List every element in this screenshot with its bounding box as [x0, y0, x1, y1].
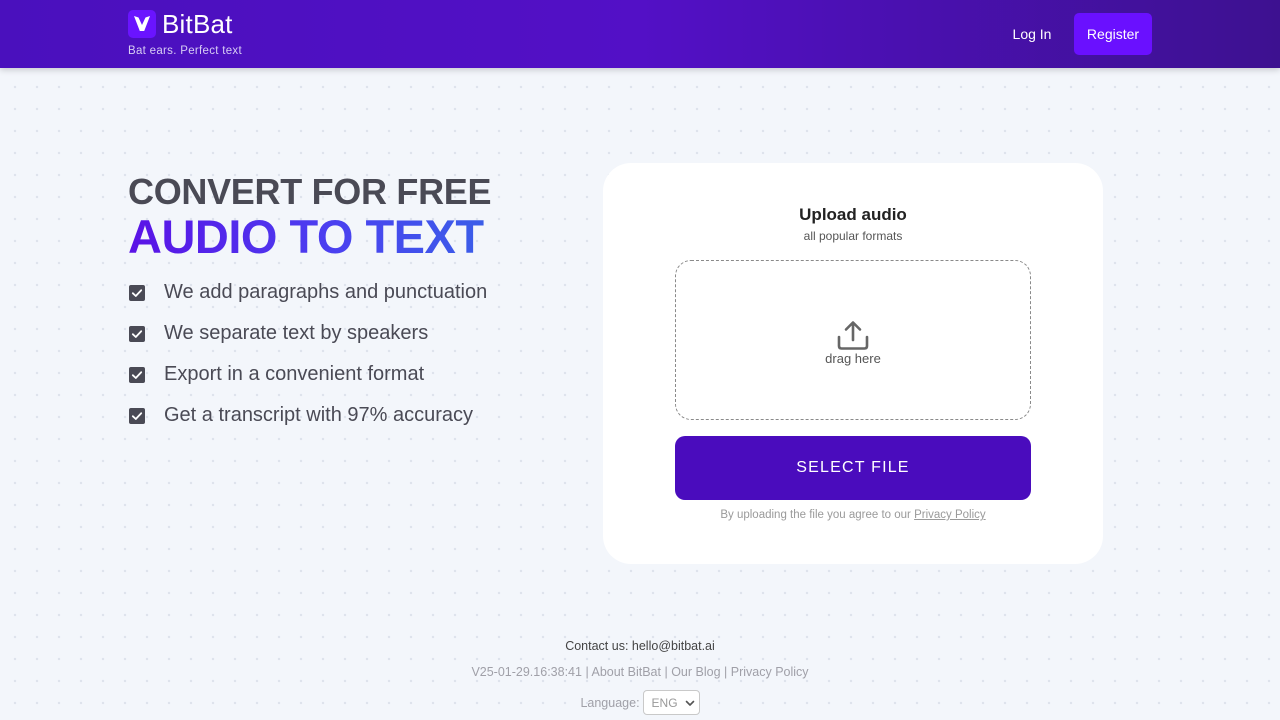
separator: |: [585, 665, 589, 679]
feature-text: Export in a convenient format: [164, 363, 425, 385]
checkbox-checked-icon: [128, 366, 146, 384]
hero-heading: CONVERT FOR FREE AUDIO TO TEXT: [128, 171, 492, 262]
feature-item: We separate text by speakers: [128, 313, 487, 354]
brand-name[interactable]: BitBat: [162, 9, 233, 39]
language-value: ENG: [651, 695, 678, 710]
language-label: Language:: [580, 695, 640, 710]
contact-line: Contact us: hello@bitbat.ai: [0, 639, 1280, 653]
privacy-notice-text: By uploading the file you agree to our: [720, 509, 911, 521]
hero-title: AUDIO TO TEXT: [128, 212, 491, 262]
footer-links: V25-01-29.16:38:41 | About BitBat | Our …: [0, 665, 1280, 679]
contact-label: Contact us:: [565, 639, 629, 653]
privacy-notice: By uploading the file you agree to our P…: [603, 509, 1103, 521]
feature-text: Get a transcript with 97% accuracy: [164, 404, 474, 426]
separator: |: [664, 665, 668, 679]
feature-text: We separate text by speakers: [164, 322, 429, 344]
blog-link[interactable]: Our Blog: [671, 665, 720, 679]
upload-title: Upload audio: [799, 205, 907, 224]
language-row: Language: ENG: [0, 690, 1280, 715]
site-header: BitBat Bat ears. Perfect text Log In Reg…: [0, 0, 1280, 68]
brand[interactable]: BitBat Bat ears. Perfect text: [128, 9, 242, 57]
about-link[interactable]: About BitBat: [591, 665, 661, 679]
feature-item: Get a transcript with 97% accuracy: [128, 395, 487, 436]
checkbox-checked-icon: [128, 407, 146, 425]
checkbox-checked-icon: [128, 325, 146, 343]
version-text: V25-01-29.16:38:41: [471, 665, 582, 679]
upload-icon: [837, 320, 869, 350]
register-button[interactable]: Register: [1074, 13, 1152, 55]
upload-card: Upload audio all popular formats drag he…: [603, 163, 1103, 564]
contact-email[interactable]: hello@bitbat.ai: [632, 639, 715, 653]
feature-item: Export in a convenient format: [128, 354, 487, 395]
drop-text: drag here: [825, 350, 881, 366]
login-button[interactable]: Log In: [1000, 14, 1064, 54]
feature-item: We add paragraphs and punctuation: [128, 272, 487, 313]
upload-subtitle: all popular formats: [803, 229, 903, 243]
tagline: Bat ears. Perfect text: [128, 45, 242, 57]
privacy-policy-link[interactable]: Privacy Policy: [914, 509, 986, 521]
footer-privacy-link[interactable]: Privacy Policy: [731, 665, 809, 679]
feature-list: We add paragraphs and punctuation We sep…: [128, 272, 487, 436]
drop-zone[interactable]: drag here: [675, 260, 1031, 420]
language-select[interactable]: ENG: [642, 690, 700, 715]
select-file-button[interactable]: SELECT FILE: [675, 436, 1031, 500]
checkbox-checked-icon: [128, 284, 146, 302]
hero-subtitle: CONVERT FOR FREE: [128, 171, 492, 212]
feature-text: We add paragraphs and punctuation: [164, 281, 488, 303]
bat-logo-icon[interactable]: [128, 10, 156, 38]
logo-row[interactable]: BitBat: [128, 9, 242, 39]
chevron-down-icon: [685, 700, 694, 706]
separator: |: [724, 665, 728, 679]
